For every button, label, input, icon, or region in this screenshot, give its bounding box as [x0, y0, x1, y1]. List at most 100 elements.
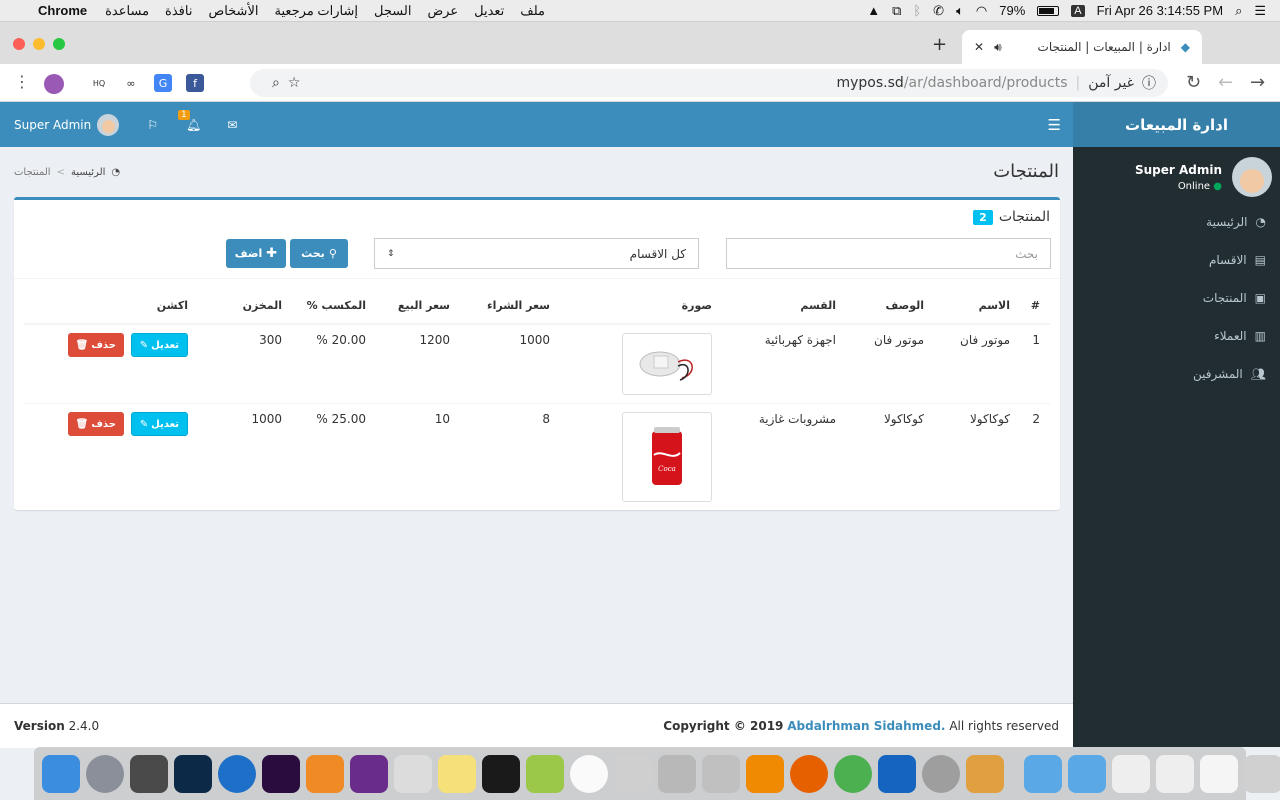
trash-can-icon[interactable] — [1244, 754, 1280, 793]
applications-folder-icon[interactable] — [1024, 754, 1062, 793]
sidebar-item-categories[interactable]: الاقسام ▤ — [1073, 241, 1280, 279]
sidebar-item-products[interactable]: المنتجات ▣ — [1073, 279, 1280, 317]
delete-button[interactable]: حذف 🗑︎ — [67, 333, 124, 357]
author-link[interactable]: Abdalrhman Sidahmed. — [787, 719, 945, 733]
launchpad-icon[interactable] — [86, 754, 124, 793]
app-menu[interactable]: Chrome — [38, 3, 87, 18]
copyright-prefix: Copyright © 2019 — [663, 719, 784, 733]
menu-list: ملف تعديل عرض السجل إشارات مرجعية الأشخا… — [105, 3, 545, 19]
close-tab-icon[interactable]: ✕ — [974, 40, 984, 54]
vlc-icon[interactable] — [746, 754, 784, 793]
finder-icon[interactable] — [42, 754, 80, 793]
system-preferences-icon[interactable] — [922, 754, 960, 793]
bell-icon[interactable]: 🔔︎ 1 — [177, 109, 201, 132]
url-text[interactable]: mypos.sd/ar/dashboard/products — [837, 75, 1068, 91]
close-window-button[interactable] — [13, 38, 25, 50]
fl-studio-icon[interactable] — [306, 754, 344, 793]
search-button[interactable]: بحث ⚲ — [290, 239, 348, 268]
new-tab-button[interactable]: + — [932, 34, 947, 55]
user-menu-name[interactable]: Super Admin — [14, 118, 91, 132]
control-center-icon[interactable]: ☰ — [1254, 3, 1266, 19]
document-stack-icon[interactable] — [1112, 754, 1150, 793]
browser-tab[interactable]: ◆ ادارة | المبيعات | المنتجات 🔊︎ ✕ — [962, 30, 1202, 64]
utility-icon[interactable] — [614, 754, 652, 793]
filemerge-icon[interactable] — [658, 754, 696, 793]
phpstorm-icon[interactable] — [350, 754, 388, 793]
menu-bookmarks[interactable]: إشارات مرجعية — [274, 3, 358, 19]
user-avatar[interactable] — [97, 113, 120, 136]
input-source-icon[interactable]: A — [1071, 4, 1085, 17]
dvd-player-icon[interactable] — [394, 754, 432, 793]
menu-edit[interactable]: تعديل — [474, 3, 504, 19]
firefox-icon[interactable] — [790, 754, 828, 793]
minimize-window-button[interactable] — [33, 38, 45, 50]
edit-button[interactable]: تعديل ✎ — [130, 333, 188, 357]
page-title: المنتجات — [993, 161, 1059, 182]
maximize-window-button[interactable] — [53, 38, 65, 50]
delete-button[interactable]: حذف 🗑︎ — [67, 412, 124, 436]
table-header-row: # الاسم الوصف القسم صورة سعر الشراء سعر … — [24, 288, 1050, 325]
sidebar-item-clients[interactable]: العملاء ▥ — [1073, 317, 1280, 355]
category-select[interactable]: كل الاقسام ⇕ — [374, 238, 699, 269]
brand-logo[interactable]: ادارة المبيعات — [1073, 102, 1280, 147]
battery-icon[interactable] — [1037, 5, 1060, 16]
volume-icon[interactable]: 🔈︎ — [956, 3, 964, 19]
menu-people[interactable]: الأشخاص — [208, 3, 258, 19]
flag-icon[interactable]: ⚐ — [147, 118, 158, 132]
menu-window[interactable]: نافذة — [165, 3, 192, 19]
menu-file[interactable]: ملف — [520, 3, 545, 19]
edit-button[interactable]: تعديل ✎ — [130, 412, 188, 436]
calculator-icon[interactable] — [702, 754, 740, 793]
bluetooth-icon[interactable]: ᛒ — [913, 3, 921, 18]
reload-icon[interactable]: ↻ — [1186, 72, 1201, 93]
vlc-status-icon[interactable]: ▲ — [867, 3, 880, 18]
address-bar[interactable]: ⓘ غير آمن | mypos.sd/ar/dashboard/produc… — [250, 69, 1168, 97]
menu-history[interactable]: السجل — [374, 3, 411, 19]
add-button[interactable]: اضف ✚ — [226, 239, 286, 268]
phone-icon[interactable]: ✆ — [933, 3, 944, 19]
quicktime-icon[interactable] — [218, 754, 256, 793]
mail-icon[interactable]: ✉ — [227, 118, 237, 132]
sequel-pro-icon[interactable] — [966, 754, 1004, 793]
premiere-icon[interactable] — [262, 754, 300, 793]
photoshop-icon[interactable] — [174, 754, 212, 793]
clock[interactable]: Fri Apr 26 3:14:55 PM — [1097, 3, 1223, 18]
screen-icon[interactable]: ⧉ — [892, 3, 901, 19]
zoom-icon[interactable]: ⌕ — [272, 75, 280, 91]
sidebar-item-home[interactable]: الرئيسية ◔ — [1073, 203, 1280, 241]
android-studio-icon[interactable] — [526, 754, 564, 793]
forward-icon[interactable]: ← — [1218, 72, 1233, 93]
itunes-icon[interactable] — [570, 754, 608, 793]
cell-image — [560, 323, 722, 404]
search-input[interactable]: بحث — [726, 238, 1051, 269]
breadcrumb-home[interactable]: الرئيسية — [71, 167, 105, 178]
notes-icon[interactable] — [438, 754, 476, 793]
notification-badge: 1 — [177, 109, 190, 120]
menu-view[interactable]: عرض — [427, 3, 458, 19]
chrome-icon[interactable] — [834, 754, 872, 793]
sidebar-toggle-icon[interactable]: ☰ — [1048, 116, 1061, 134]
product-image-coca-cola[interactable]: Coca — [622, 412, 712, 502]
menu-dots-icon[interactable]: ⋮ — [14, 72, 30, 91]
sidebar-item-admins[interactable]: المشرفين 👥︎ — [1073, 355, 1280, 393]
translate-extension-icon[interactable]: G — [154, 74, 172, 92]
downloads-folder-icon[interactable] — [1068, 754, 1106, 793]
spotlight-icon[interactable]: ⌕ — [1235, 3, 1242, 19]
document-stack-2-icon[interactable] — [1200, 754, 1238, 793]
product-image-motor[interactable] — [622, 333, 712, 395]
terminal-icon[interactable] — [482, 754, 520, 793]
audio-icon[interactable]: 🔊︎ — [994, 40, 1002, 55]
wifi-icon[interactable]: ◠ — [976, 3, 987, 19]
profile-avatar[interactable] — [44, 74, 64, 94]
cloudhq-extension-icon[interactable]: HQ — [90, 74, 108, 92]
info-icon[interactable]: ⓘ — [1142, 73, 1156, 93]
sublime-icon[interactable] — [130, 754, 168, 793]
bookmark-star-icon[interactable]: ☆ — [288, 75, 301, 91]
col-name: الاسم — [934, 288, 1020, 325]
facebook-extension-icon[interactable]: f — [186, 74, 204, 92]
back-icon[interactable]: → — [1250, 72, 1265, 93]
menu-help[interactable]: مساعدة — [105, 3, 149, 19]
infinity-extension-icon[interactable]: ∞ — [122, 74, 140, 92]
dashcode-icon[interactable] — [878, 754, 916, 793]
screenshot-stack-icon[interactable] — [1156, 754, 1194, 793]
